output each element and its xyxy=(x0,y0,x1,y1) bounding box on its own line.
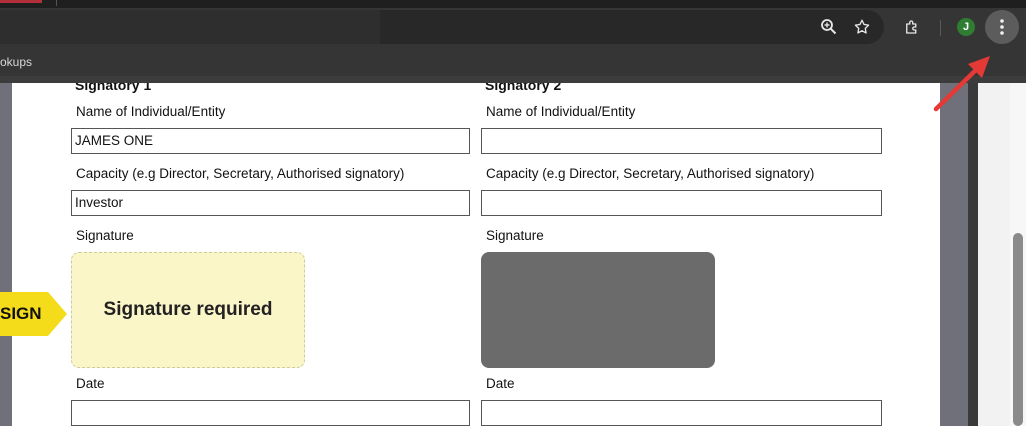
signature-label-2: Signature xyxy=(486,228,544,243)
capacity-label-2: Capacity (e.g Director, Secretary, Autho… xyxy=(486,166,815,181)
zoom-icon[interactable] xyxy=(815,13,843,41)
sign-tag-label: SIGN xyxy=(0,304,42,323)
name-field-1[interactable]: JAMES ONE xyxy=(71,128,470,154)
tab-strip xyxy=(0,0,1026,8)
signature-required-box[interactable]: Signature required xyxy=(71,252,305,368)
name-label-1: Name of Individual/Entity xyxy=(76,104,226,119)
date-label-2: Date xyxy=(486,376,515,391)
page-viewport: Signatory 1 Name of Individual/Entity JA… xyxy=(0,83,1026,426)
profile-avatar[interactable]: J xyxy=(957,18,975,36)
signatory-2-heading: Signatory 2 xyxy=(485,83,562,93)
toolbar-separator xyxy=(940,20,941,36)
capacity-label-1: Capacity (e.g Director, Secretary, Autho… xyxy=(76,166,405,181)
capacity-field-2[interactable] xyxy=(481,190,882,216)
extensions-icon[interactable] xyxy=(898,13,926,41)
date-label-1: Date xyxy=(76,376,105,391)
signatory-1-heading: Signatory 1 xyxy=(75,83,152,93)
signature-label-1: Signature xyxy=(76,228,134,243)
address-bar[interactable] xyxy=(0,10,884,44)
bookmark-star-icon[interactable] xyxy=(848,13,876,41)
address-bar-url-redacted xyxy=(0,10,380,44)
capacity-field-1[interactable]: Investor xyxy=(71,190,470,216)
bookmarks-bar: okups xyxy=(0,48,1026,76)
document-page: Signatory 1 Name of Individual/Entity JA… xyxy=(12,83,940,426)
name-label-2: Name of Individual/Entity xyxy=(486,104,636,119)
page-gutter xyxy=(968,83,978,426)
date-field-1[interactable] xyxy=(71,400,470,426)
name-field-2[interactable] xyxy=(481,128,882,154)
tab-divider xyxy=(56,0,57,6)
date-field-2[interactable] xyxy=(481,400,882,426)
active-tab-indicator[interactable] xyxy=(0,0,42,3)
bookmark-item[interactable]: okups xyxy=(0,55,32,69)
scrollbar-thumb[interactable] xyxy=(1013,233,1023,426)
browser-toolbar: J xyxy=(0,8,1026,48)
more-menu-button[interactable] xyxy=(985,10,1019,44)
signature-required-text: Signature required xyxy=(103,299,273,320)
signature-box-disabled xyxy=(481,252,715,368)
more-vert-icon xyxy=(1000,19,1004,35)
